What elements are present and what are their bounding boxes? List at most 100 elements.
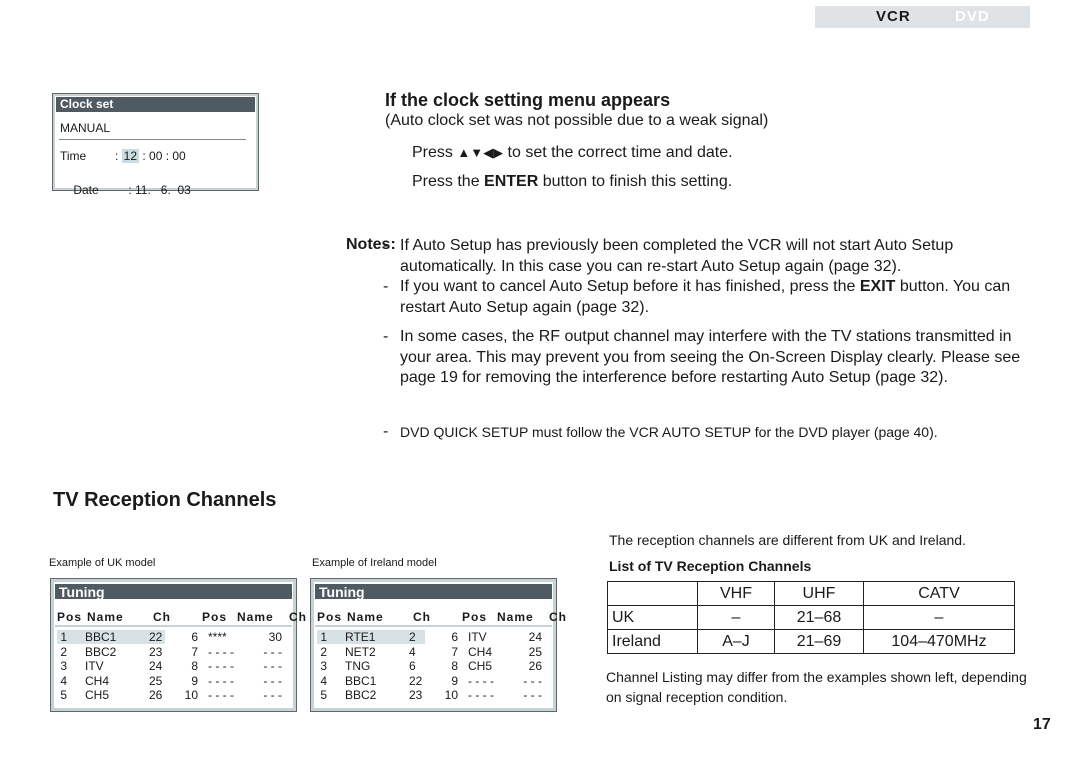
cell-channel: - - -	[523, 688, 542, 702]
table-cell: UK	[607, 605, 698, 630]
cell-name: - - - -	[208, 673, 234, 688]
cell-position: 1	[60, 630, 67, 644]
col-name: Name	[497, 610, 534, 624]
step-text: to set the correct time and date.	[503, 144, 733, 161]
cell-name: CH5	[468, 659, 493, 673]
cell-channel: 2	[409, 630, 416, 644]
table-cell: 21–69	[774, 629, 864, 654]
cell-name: - - - -	[468, 673, 494, 688]
cell-channel: 25	[149, 673, 163, 688]
cell-channel: - - -	[263, 688, 282, 702]
cell-position: 8	[451, 659, 458, 673]
table-row: Ireland A–J 21–69 104–470MHz	[607, 629, 1015, 654]
cell-name: TNG	[345, 659, 371, 673]
table-cell	[607, 581, 698, 606]
tuning-row: 4 BBC1 22 9 - - - - - - -	[317, 674, 552, 688]
clock-subtitle: (Auto clock set was not possible due to …	[385, 112, 769, 129]
bullet-dash: -	[383, 423, 389, 440]
step-text: Press the	[412, 173, 485, 190]
cell-position: 2	[60, 644, 67, 659]
cell-position: 5	[320, 688, 327, 702]
cell-name: BBC1	[345, 673, 377, 688]
cell-name: BBC2	[345, 688, 377, 702]
cell-name: ITV	[85, 659, 104, 673]
cell-position: 9	[451, 673, 458, 688]
cell-position: 5	[60, 688, 67, 702]
bullet-dash: -	[383, 237, 389, 254]
bullet-dash: -	[383, 278, 389, 295]
cell-channel: 6	[409, 659, 416, 673]
cell-position: 6	[191, 630, 198, 644]
cell-position: 1	[320, 630, 327, 644]
bullet-dash: -	[383, 328, 389, 345]
cell-name: CH5	[85, 688, 110, 702]
table-cell: CATV	[863, 581, 1015, 606]
note-text: If Auto Setup has previously been comple…	[400, 237, 954, 275]
cell-channel: 25	[528, 644, 542, 659]
tuning-row: 1 BBC1 22 6 **** 30	[57, 630, 282, 644]
note-text: If you want to cancel Auto Setup before …	[400, 277, 1033, 318]
cell-channel: 26	[149, 688, 163, 702]
table-cell: A–J	[697, 629, 775, 654]
mode-tab-vcr: VCR	[876, 8, 911, 25]
cell-name: - - - -	[468, 688, 494, 702]
col-name: Name	[237, 610, 274, 624]
clock-mode: MANUAL	[60, 121, 111, 135]
cell-position: 10	[184, 688, 198, 702]
uk-tuning-osd: Tuning Pos Name Ch Pos Name Ch 1 BBC1 22 6 *…	[50, 578, 306, 712]
cell-position: 4	[320, 673, 327, 688]
tuning-row: 4 CH4 25 9 - - - - - - -	[57, 674, 292, 688]
exit-key-label: EXIT	[859, 278, 896, 295]
ireland-caption: Example of Ireland model	[312, 557, 437, 569]
col-pos: Pos	[57, 610, 83, 624]
col-pos: Pos	[317, 610, 343, 624]
note-text: In some cases, the RF output channel may…	[400, 328, 1021, 386]
step-text: button to finish this setting.	[538, 173, 733, 190]
cell-position: 3	[60, 659, 67, 673]
note-text-part: If you want to cancel Auto Setup before …	[400, 278, 860, 295]
cell-channel: 23	[149, 644, 163, 659]
cell-name: ****	[208, 630, 227, 644]
tuning-row: 2 NET2 4 7 CH4 25	[317, 645, 552, 659]
time-rest: : 00 : 00	[139, 149, 186, 163]
col-ch: Ch	[153, 610, 171, 624]
cell-name: ITV	[468, 630, 487, 644]
col-name: Name	[347, 610, 384, 624]
date-value: : 11. 6. 03	[128, 183, 191, 197]
cell-name: BBC2	[85, 644, 117, 659]
table-cell: UHF	[774, 581, 864, 606]
reception-diff-text: The reception channels are different fro…	[609, 532, 966, 548]
tuning-title: Tuning	[315, 584, 552, 600]
note-item: - If Auto Setup has previously been comp…	[383, 236, 1033, 277]
cell-name: NET2	[345, 644, 376, 659]
cell-channel: 30	[268, 630, 282, 644]
clock-date-row: Date: 11. 6. 03	[60, 169, 191, 211]
table-cell: VHF	[697, 581, 775, 606]
col-name: Name	[87, 610, 124, 624]
mode-tab-dvd: DVD	[955, 8, 990, 25]
clock-set-title: Clock set	[56, 97, 255, 112]
cell-channel: 24	[149, 659, 163, 673]
col-ch: Ch	[413, 610, 431, 624]
time-hour-selected: 12	[121, 149, 140, 163]
cell-name: - - - -	[208, 644, 234, 659]
tuning-title: Tuning	[55, 584, 292, 600]
table-cell: 104–470MHz	[863, 629, 1015, 654]
tuning-row: 5 BBC2 23 10 - - - - - - -	[317, 688, 552, 702]
tuning-row: 3 TNG 6 8 CH5 26	[317, 659, 552, 673]
note-text: DVD QUICK SETUP must follow the VCR AUTO…	[400, 424, 938, 440]
col-ch: Ch	[549, 610, 567, 624]
tuning-row: 3 ITV 24 8 - - - - - - -	[57, 659, 292, 673]
tuning-row: 1 RTE1 2 6 ITV 24	[317, 630, 542, 644]
clock-time-row: Time: 12 : 00 : 00	[60, 149, 186, 163]
tuning-row: 2 BBC2 23 7 - - - - - - -	[57, 645, 292, 659]
note-item: - In some cases, the RF output channel m…	[383, 327, 1023, 389]
divider	[59, 139, 246, 140]
time-label: Time	[60, 149, 87, 163]
enter-key-label: ENTER	[484, 173, 539, 190]
cell-name: CH4	[85, 673, 110, 688]
table-cell: –	[863, 605, 1015, 630]
ireland-tuning-osd: Tuning Pos Name Ch Pos Name Ch 1 RTE1 2 6 IT…	[310, 578, 566, 712]
cell-position: 6	[451, 630, 458, 644]
reception-channels-table: VHF UHF CATV UK – 21–68 – Ireland A–J 21…	[607, 581, 1015, 654]
